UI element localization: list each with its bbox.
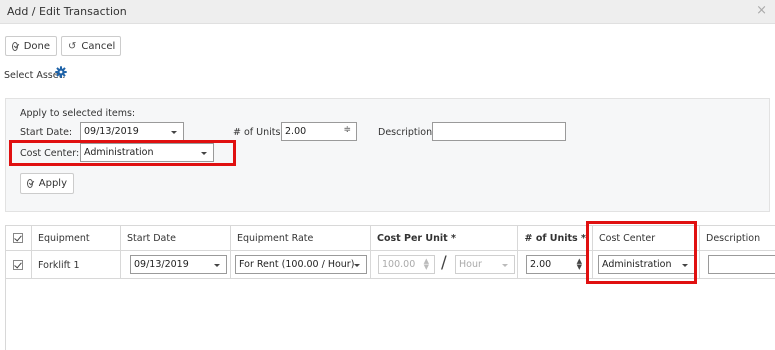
column-header[interactable]: Cost Center	[593, 226, 700, 251]
units-stepper[interactable]: 2.00 ≑	[281, 122, 357, 141]
units-value: 2.00	[285, 126, 307, 137]
equipment-rate-cell: For Rent (100.00 / Hour)	[231, 251, 371, 279]
stepper-icon[interactable]: ▲ ▼	[424, 258, 429, 271]
row-select-cell[interactable]	[6, 251, 32, 279]
row-cost-per-unit-stepper[interactable]: 100.00 ▲ ▼	[378, 255, 435, 274]
dialog-titlebar: Add / Edit Transaction ×	[0, 0, 775, 24]
chevron-down-icon	[171, 131, 177, 134]
chevron-down-icon	[502, 264, 508, 267]
cost-center-value: Administration	[84, 147, 154, 158]
check-circle-icon	[27, 179, 33, 188]
row-equipment-rate-select[interactable]: For Rent (100.00 / Hour)	[235, 255, 367, 274]
column-header[interactable]: Equipment Rate	[231, 226, 371, 251]
start-date-value: 09/13/2019	[84, 126, 139, 137]
description-input[interactable]	[432, 122, 566, 141]
start-date-select[interactable]: 09/13/2019	[80, 122, 184, 141]
units-label: # of Units:	[233, 127, 284, 138]
undo-icon: ↺	[68, 40, 77, 52]
equipment-cell: Forklift 1	[32, 251, 121, 279]
select-all-header[interactable]	[6, 226, 32, 251]
stepper-icon[interactable]: ≑	[343, 126, 351, 135]
row-start-date-select[interactable]: 09/13/2019	[130, 255, 227, 274]
start-date-label: Start Date:	[20, 127, 73, 138]
row-description-input[interactable]	[708, 255, 775, 274]
description-label: Description:	[378, 127, 436, 138]
close-icon[interactable]: ×	[756, 3, 767, 18]
row-units-stepper[interactable]: 2.00 ▲ ▼	[526, 255, 588, 274]
row-checkbox[interactable]	[13, 260, 23, 270]
chevron-down-icon	[682, 264, 688, 267]
cancel-button[interactable]: ↺ Cancel	[61, 36, 121, 56]
start-date-cell: 09/13/2019	[121, 251, 231, 279]
column-header[interactable]: Start Date	[121, 226, 231, 251]
apply-label: Apply	[38, 178, 67, 189]
apply-panel-heading: Apply to selected items:	[20, 108, 136, 119]
column-header[interactable]: Equipment	[32, 226, 121, 251]
units-cell: 2.00 ▲ ▼	[518, 251, 593, 279]
transactions-grid: Equipment Start Date Equipment Rate Cost…	[5, 225, 775, 350]
select-all-checkbox[interactable]	[13, 233, 23, 243]
chevron-down-icon	[354, 264, 360, 267]
description-cell	[700, 251, 775, 279]
done-button[interactable]: Done	[5, 36, 57, 56]
gear-icon[interactable]	[55, 66, 67, 78]
dialog-title: Add / Edit Transaction	[7, 5, 127, 18]
column-header[interactable]: Cost Per Unit *	[371, 226, 518, 251]
cost-center-label: Cost Center:	[20, 148, 80, 159]
cost-center-select[interactable]: Administration	[80, 143, 214, 162]
chevron-down-icon	[214, 264, 220, 267]
cost-per-unit-cell: 100.00 ▲ ▼ / Hour	[371, 251, 518, 279]
slash-separator: /	[441, 253, 447, 273]
check-circle-icon	[12, 41, 18, 51]
apply-button[interactable]: Apply	[20, 173, 74, 194]
column-header[interactable]: Description	[700, 226, 775, 251]
cancel-label: Cancel	[81, 40, 116, 52]
stepper-icon[interactable]: ▲ ▼	[577, 258, 582, 271]
column-header[interactable]: # of Units *	[518, 226, 593, 251]
cost-center-cell: Administration	[593, 251, 700, 279]
row-cost-center-select[interactable]: Administration	[598, 255, 695, 274]
done-label: Done	[23, 40, 50, 52]
chevron-down-icon	[201, 152, 207, 155]
row-cost-unit-select[interactable]: Hour	[455, 255, 515, 274]
